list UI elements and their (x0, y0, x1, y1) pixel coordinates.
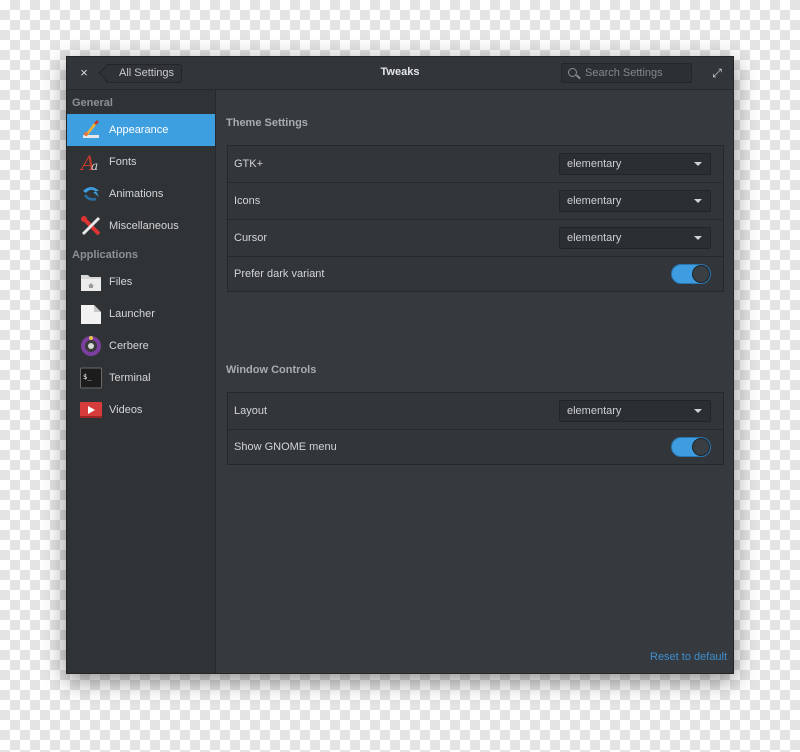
sidebar-item-terminal[interactable]: $_ Terminal (67, 362, 215, 394)
sidebar-item-label: Terminal (109, 372, 151, 384)
gtk-label: GTK+ (234, 158, 264, 170)
sidebar-item-label: Videos (109, 404, 143, 416)
layout-dropdown[interactable]: elementary (559, 400, 711, 422)
layout-value: elementary (567, 405, 622, 417)
gtk-theme-value: elementary (567, 158, 622, 170)
main-content: Theme Settings GTK+ elementary Icons ele… (217, 90, 733, 673)
videos-icon (80, 402, 102, 418)
maximize-button[interactable]: ⤢ (710, 66, 724, 80)
sidebar-item-label: Files (109, 276, 133, 288)
chevron-down-icon (694, 162, 702, 166)
window-controls-title: Window Controls (226, 364, 317, 376)
search-placeholder: Search Settings (585, 67, 663, 79)
dark-variant-row: Prefer dark variant (228, 257, 723, 292)
sidebar-item-videos[interactable]: Videos (67, 394, 215, 426)
chevron-down-icon (694, 236, 702, 240)
folder-icon (81, 275, 101, 291)
sidebar-item-fonts[interactable]: A a Fonts (67, 146, 215, 178)
tools-icon (81, 216, 101, 236)
svg-text:a: a (91, 159, 98, 173)
cerbere-icon (81, 336, 101, 356)
icons-row: Icons elementary (228, 183, 723, 220)
sidebar-item-label: Miscellaneous (109, 220, 179, 232)
gnome-menu-row: Show GNOME menu (228, 430, 723, 465)
cursor-row: Cursor elementary (228, 220, 723, 257)
sidebar-item-label: Animations (109, 188, 164, 200)
sidebar-heading-applications: Applications (72, 249, 139, 261)
sidebar-item-label: Cerbere (109, 340, 149, 352)
gtk-theme-dropdown[interactable]: elementary (559, 153, 711, 175)
paint-brush-icon (83, 120, 99, 138)
gtk-row: GTK+ elementary (228, 146, 723, 183)
toggle-knob (693, 266, 709, 282)
sidebar-item-cerbere[interactable]: Cerbere (67, 330, 215, 362)
sidebar: General Appearance A a Fonts Animations (67, 90, 216, 673)
icons-theme-value: elementary (567, 195, 622, 207)
window-controls-card: Layout elementary Show GNOME menu (227, 392, 724, 465)
gnome-menu-toggle[interactable] (671, 437, 711, 457)
sidebar-item-launcher[interactable]: Launcher (67, 298, 215, 330)
theme-settings-title: Theme Settings (226, 117, 308, 129)
cursor-theme-value: elementary (567, 232, 622, 244)
layout-label: Layout (234, 405, 268, 417)
svg-text:$_: $_ (83, 373, 92, 381)
dark-variant-label: Prefer dark variant (234, 268, 325, 280)
header-bar: × All Settings Tweaks Search Settings ⤢ (67, 57, 733, 90)
animations-icon (83, 187, 99, 201)
fonts-icon: A a (80, 151, 98, 173)
terminal-icon: $_ (80, 367, 102, 389)
sidebar-item-animations[interactable]: Animations (67, 178, 215, 210)
dark-variant-toggle[interactable] (671, 264, 711, 284)
toggle-knob (693, 439, 709, 455)
cursor-theme-dropdown[interactable]: elementary (559, 227, 711, 249)
icons-label: Icons (234, 195, 261, 207)
gnome-menu-label: Show GNOME menu (234, 441, 337, 453)
sidebar-item-appearance[interactable]: Appearance (67, 114, 215, 146)
layout-row: Layout elementary (228, 393, 723, 430)
tweaks-window: × All Settings Tweaks Search Settings ⤢ … (66, 56, 734, 674)
chevron-down-icon (694, 409, 702, 413)
sidebar-item-files[interactable]: Files (67, 266, 215, 298)
launcher-icon (81, 305, 101, 324)
sidebar-heading-general: General (72, 97, 113, 109)
sidebar-item-label: Fonts (109, 156, 137, 168)
theme-settings-card: GTK+ elementary Icons elementary Cursor … (227, 145, 724, 292)
cursor-label: Cursor (234, 232, 268, 244)
reset-to-default-link[interactable]: Reset to default (650, 651, 727, 663)
sidebar-item-miscellaneous[interactable]: Miscellaneous (67, 210, 215, 242)
sidebar-item-label: Launcher (109, 308, 155, 320)
icons-theme-dropdown[interactable]: elementary (559, 190, 711, 212)
search-icon (568, 68, 577, 77)
chevron-down-icon (694, 199, 702, 203)
sidebar-item-label: Appearance (109, 124, 169, 136)
search-input[interactable]: Search Settings (561, 63, 692, 83)
